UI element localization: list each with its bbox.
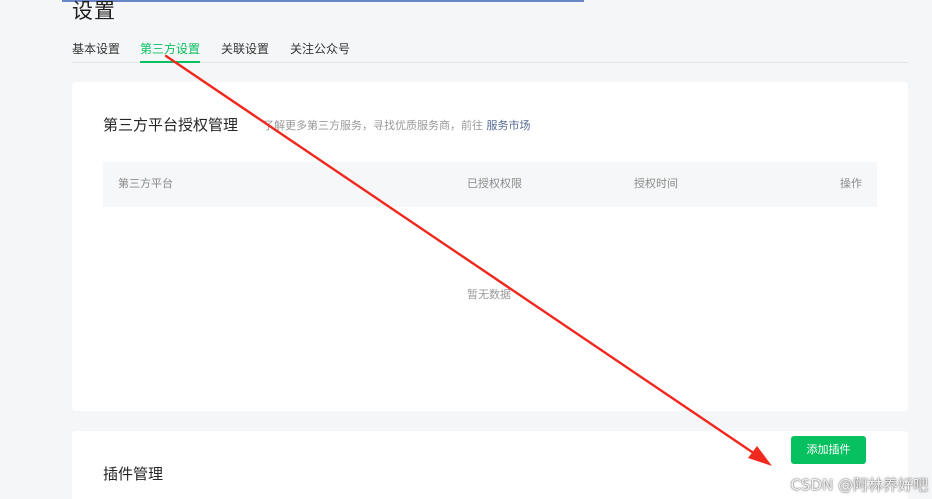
column-header-auth-time: 授权时间 xyxy=(634,177,678,190)
auth-table-header: 第三方平台 已授权权限 授权时间 操作 xyxy=(103,162,877,207)
tab-third-party-settings[interactable]: 第三方设置 xyxy=(140,40,201,63)
column-header-permissions: 已授权权限 xyxy=(467,177,522,190)
add-plugin-button[interactable]: 添加插件 xyxy=(791,436,866,464)
tab-association-settings[interactable]: 关联设置 xyxy=(221,40,269,61)
plugin-section-title: 插件管理 xyxy=(103,465,164,483)
auth-description-text: 了解更多第三方服务，寻找优质服务商，前往 xyxy=(263,119,483,132)
settings-tabs: 基本设置 第三方设置 关联设置 关注公众号 xyxy=(72,40,908,63)
third-party-auth-card: 第三方平台授权管理 了解更多第三方服务，寻找优质服务商，前往 服务市场 第三方平… xyxy=(72,82,908,411)
page-title: 设置 xyxy=(72,0,116,23)
auth-section-title: 第三方平台授权管理 xyxy=(103,116,239,134)
top-divider xyxy=(62,0,584,2)
tab-follow-official-account[interactable]: 关注公众号 xyxy=(290,40,350,61)
column-header-platform: 第三方平台 xyxy=(118,177,173,190)
settings-page: 设置 基本设置 第三方设置 关联设置 关注公众号 第三方平台授权管理 了解更多第… xyxy=(0,0,932,499)
empty-state-text: 暂无数据 xyxy=(467,288,511,301)
tab-basic-settings[interactable]: 基本设置 xyxy=(72,40,120,61)
service-market-link[interactable]: 服务市场 xyxy=(487,119,531,132)
auth-section-description: 了解更多第三方服务，寻找优质服务商，前往 服务市场 xyxy=(263,118,531,134)
column-header-actions: 操作 xyxy=(840,177,862,190)
plugin-management-card: 插件管理 添加插件 xyxy=(72,431,908,499)
csdn-watermark: CSDN @阿林养好吧 xyxy=(790,476,928,494)
